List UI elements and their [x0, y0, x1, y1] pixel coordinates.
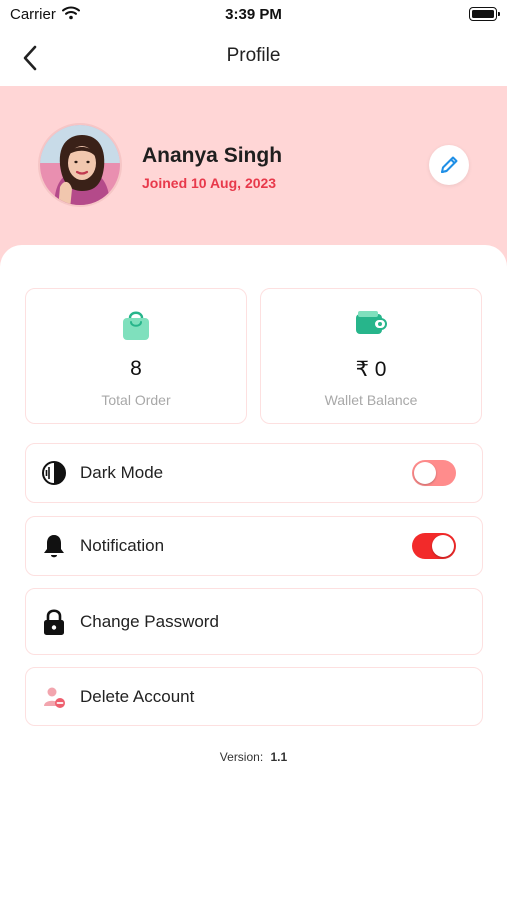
- page-title: Profile: [226, 45, 281, 66]
- change-password-row[interactable]: Change Password: [25, 588, 483, 655]
- version-info: Version: 1.1: [0, 750, 507, 764]
- bell-icon: [40, 532, 68, 560]
- user-remove-icon: [40, 683, 68, 711]
- wallet-balance-label: Wallet Balance: [324, 392, 418, 408]
- dark-mode-row[interactable]: Dark Mode: [25, 443, 483, 503]
- nav-bar: Profile: [0, 30, 507, 86]
- delete-account-row[interactable]: Delete Account: [25, 667, 483, 726]
- user-name: Ananya Singh: [142, 144, 283, 167]
- notification-row[interactable]: Notification: [25, 516, 483, 576]
- lock-icon: [40, 608, 68, 636]
- dark-mode-label: Dark Mode: [80, 463, 164, 482]
- profile-content: 8 Total Order ₹ 0 Wallet Balance Dark Mo…: [0, 245, 507, 900]
- total-order-label: Total Order: [101, 392, 171, 408]
- edit-profile-button[interactable]: [429, 145, 469, 185]
- delete-account-label: Delete Account: [80, 686, 195, 706]
- contrast-icon: [40, 459, 68, 487]
- pencil-icon: [441, 156, 458, 173]
- wallet-balance-card[interactable]: ₹ 0 Wallet Balance: [260, 288, 482, 424]
- shopping-bag-icon: [26, 308, 246, 342]
- status-bar: Carrier 3:39 PM: [0, 0, 507, 30]
- notification-toggle[interactable]: [412, 533, 456, 559]
- total-order-value: 8: [130, 357, 142, 380]
- version-value: 1.1: [270, 750, 288, 764]
- avatar: [38, 123, 122, 207]
- change-password-label: Change Password: [80, 611, 219, 631]
- status-time: 3:39 PM: [225, 6, 282, 23]
- wallet-balance-value: ₹ 0: [355, 358, 387, 381]
- dark-mode-toggle[interactable]: [412, 460, 456, 486]
- battery-icon: [469, 7, 500, 21]
- version-label: Version:: [219, 750, 264, 764]
- wallet-icon: [261, 308, 481, 338]
- joined-date: Joined 10 Aug, 2023: [142, 175, 277, 191]
- total-order-card[interactable]: 8 Total Order: [25, 288, 247, 424]
- notification-label: Notification: [80, 536, 165, 555]
